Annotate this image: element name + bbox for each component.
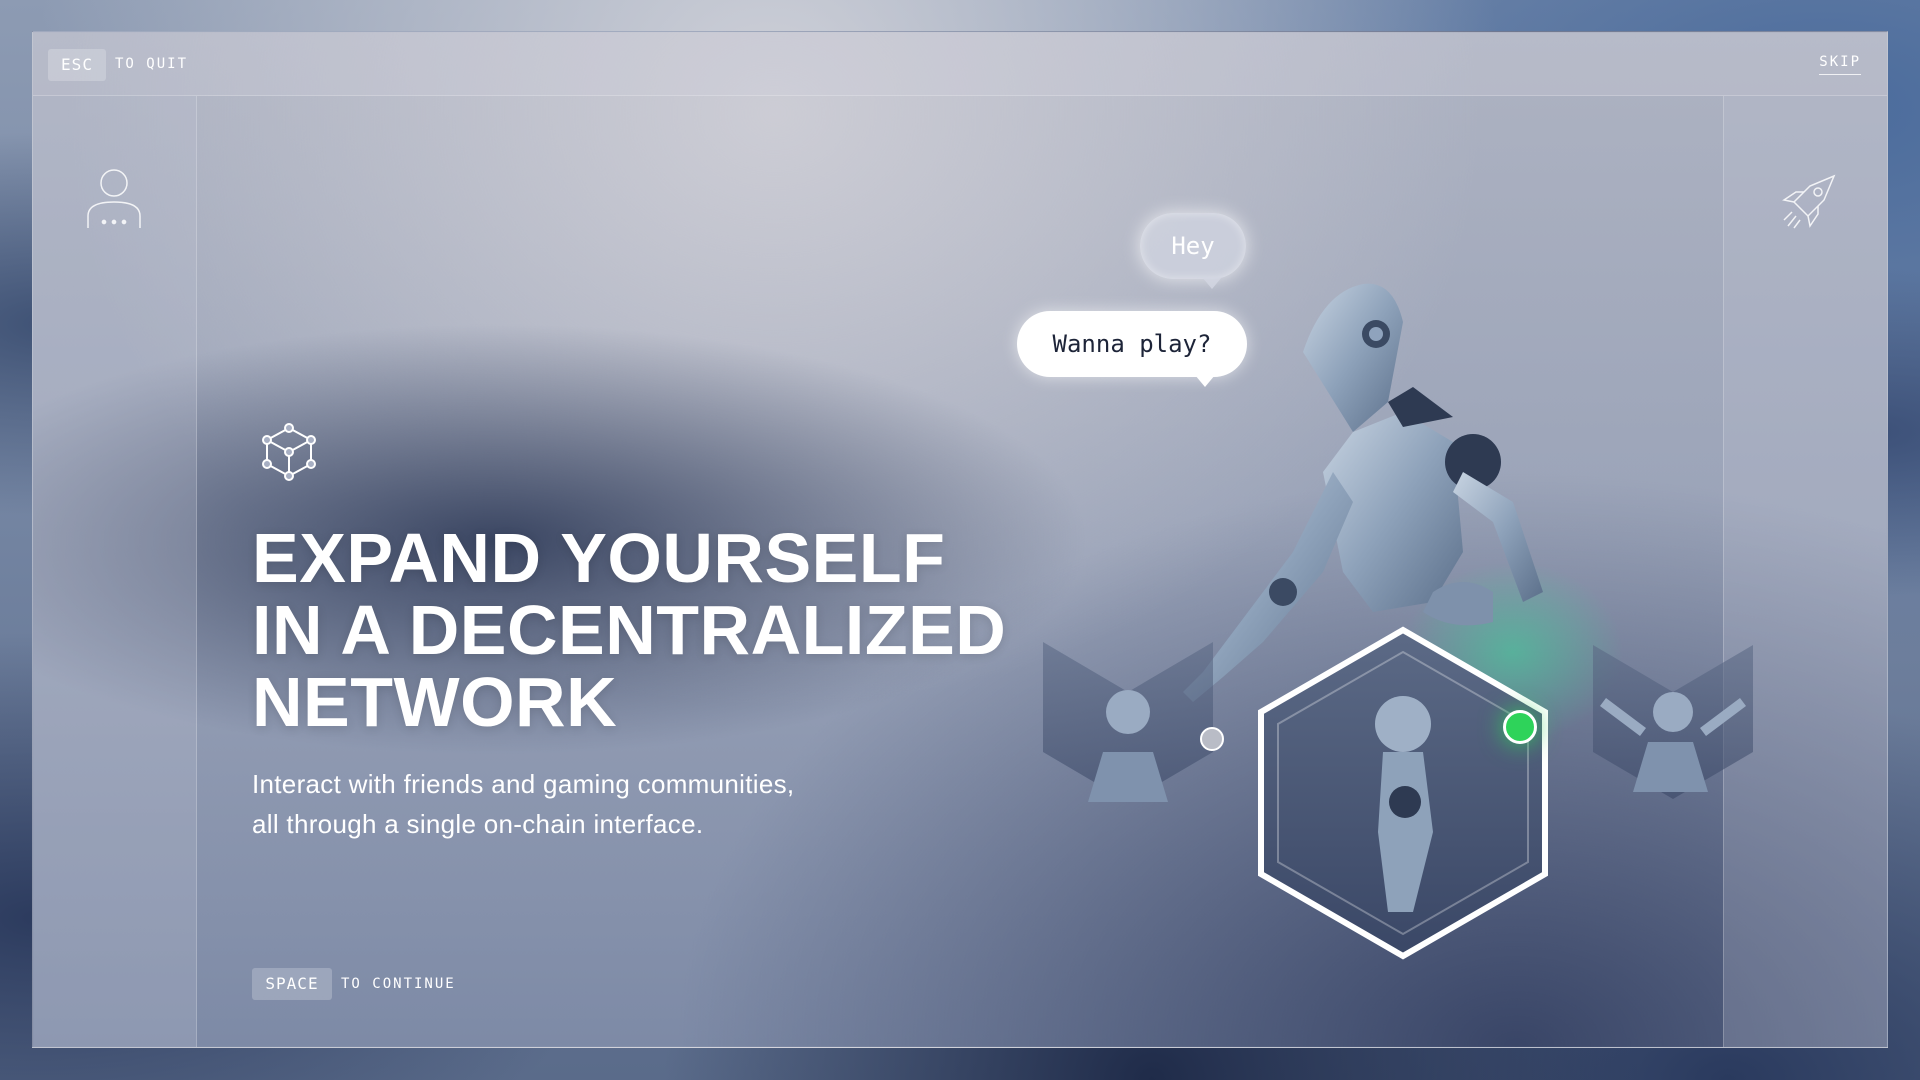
top-bar: ESC TO QUIT SKIP — [33, 32, 1887, 96]
space-key[interactable]: SPACE — [252, 968, 332, 1000]
online-status-dot — [1503, 710, 1537, 744]
continue-hint: TO CONTINUE — [341, 976, 456, 992]
avatar-right[interactable] — [1593, 645, 1753, 799]
esc-hint: TO QUIT — [115, 56, 189, 72]
subtitle: Interact with friends and gaming communi… — [252, 764, 952, 844]
subtitle-line: all through a single on-chain interface. — [252, 809, 704, 839]
robot-illustration — [1043, 283, 1753, 960]
onboarding-window: ESC TO QUIT SKIP EXPAND YOURSELF IN A DE… — [32, 31, 1888, 1048]
user-profile-icon[interactable] — [87, 168, 141, 232]
robot-scene: Hey Wanna play? — [993, 172, 1753, 972]
network-cube-icon — [262, 423, 316, 481]
subtitle-line: Interact with friends and gaming communi… — [252, 769, 795, 799]
esc-key[interactable]: ESC — [48, 49, 106, 81]
rocket-icon[interactable] — [1780, 174, 1836, 230]
headline-line: NETWORK — [252, 663, 618, 741]
headline: EXPAND YOURSELF IN A DECENTRALIZED NETWO… — [252, 522, 1006, 738]
avatar-left[interactable] — [1043, 642, 1213, 802]
headline-line: IN A DECENTRALIZED — [252, 591, 1007, 669]
wanna-play-bubble: Wanna play? — [1017, 311, 1247, 387]
hey-bubble: Hey — [1140, 213, 1246, 289]
skip-button[interactable]: SKIP — [1819, 54, 1861, 75]
left-sidebar — [33, 96, 197, 1047]
headline-line: EXPAND YOURSELF — [252, 519, 946, 597]
inactive-status-dot — [1200, 727, 1224, 751]
